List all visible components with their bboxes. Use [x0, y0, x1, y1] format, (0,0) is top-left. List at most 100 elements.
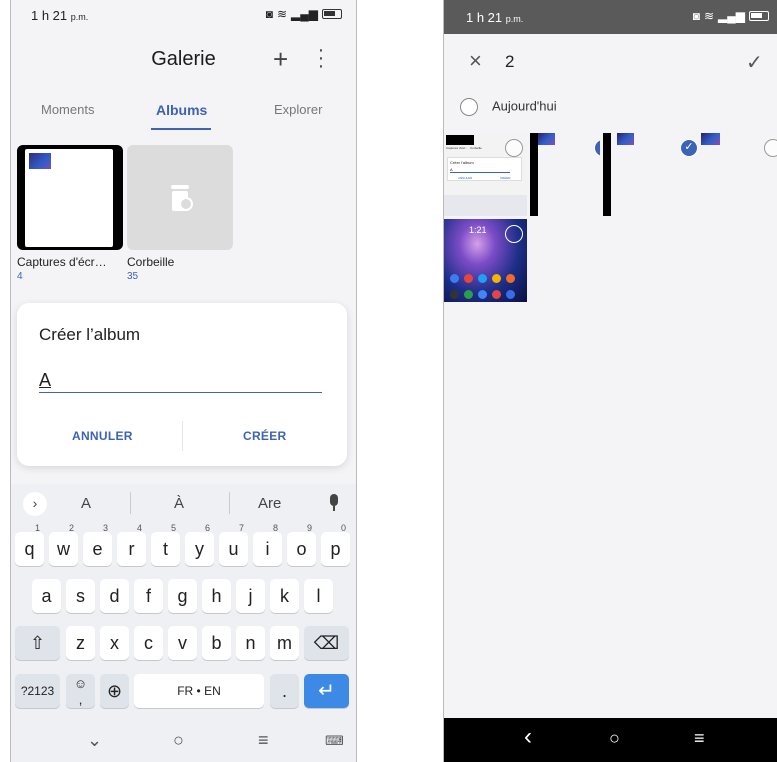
close-icon[interactable]: ×	[469, 48, 482, 74]
emoji-icon: ☺	[73, 676, 88, 691]
key-t[interactable]: t5	[151, 524, 180, 566]
wifi-icon: ≋	[703, 9, 715, 23]
keyboard-icon[interactable]: ⌨	[325, 733, 344, 749]
key-w[interactable]: w2	[49, 524, 78, 566]
key-c[interactable]: c	[134, 626, 163, 660]
navigation-bar: ⌄ ○ ≡ ⌨	[11, 722, 356, 762]
photo-thumbnail[interactable]: ✓	[676, 133, 759, 216]
suggestion-2[interactable]: À	[174, 495, 184, 512]
photo-thumbnail[interactable]: 1:21	[444, 219, 527, 302]
photo-thumbnail[interactable]: Captures d'écr... Corbeille Créer l'albu…	[444, 133, 527, 216]
key-f[interactable]: f	[134, 579, 163, 613]
selection-circle[interactable]	[764, 139, 777, 157]
selection-circle[interactable]	[505, 139, 523, 157]
shift-key[interactable]: ⇧	[15, 626, 60, 660]
key-b[interactable]: b	[202, 626, 231, 660]
select-all-checkbox[interactable]	[460, 98, 478, 116]
comma-label: ,	[78, 692, 83, 707]
key-z[interactable]: z	[66, 626, 95, 660]
emoji-key[interactable]: ☺,	[66, 674, 95, 708]
globe-icon[interactable]: ⊕	[100, 674, 129, 708]
suggestion-bar: › A À Are	[11, 484, 356, 524]
status-ampm: p.m.	[505, 14, 524, 24]
confirm-check-icon[interactable]: ✓	[746, 50, 763, 75]
mini-dialog: Créer l'album A ANNULER CRÉER	[447, 157, 522, 181]
add-album-button[interactable]: +	[273, 44, 288, 75]
symbols-key[interactable]: ?2123	[15, 674, 60, 708]
key-j[interactable]: j	[236, 579, 265, 613]
key-r[interactable]: r4	[117, 524, 146, 566]
status-bar: 1 h 21 p.m. ◙ ≋ ▂▄▆	[444, 0, 777, 34]
key-q[interactable]: q1	[15, 524, 44, 566]
key-e[interactable]: e3	[83, 524, 112, 566]
key-a[interactable]: a	[32, 579, 61, 613]
photo-thumbnail[interactable]: ✓	[527, 133, 610, 216]
status-bar: 1 h 21 p.m. ◙ ≋ ▂▄▆	[11, 0, 356, 30]
preview-image	[617, 133, 634, 145]
date-group-header[interactable]: Aujourd'hui	[460, 98, 557, 116]
status-time-value: 1 h 21	[31, 8, 68, 23]
app-icon	[478, 290, 487, 299]
preview-image	[538, 133, 555, 145]
app-title: Galerie	[151, 48, 216, 70]
nfc-icon: ◙	[265, 7, 273, 21]
wifi-icon: ≋	[276, 7, 288, 21]
key-k[interactable]: k	[270, 579, 299, 613]
key-v[interactable]: v	[168, 626, 197, 660]
nfc-icon: ◙	[692, 9, 700, 23]
cancel-button[interactable]: ANNULER	[72, 429, 133, 443]
mini-dialog-input: A	[450, 167, 510, 173]
status-time: 1 h 21 p.m.	[466, 10, 523, 25]
album-trash[interactable]: Corbeille 35	[127, 145, 233, 282]
key-l[interactable]: l	[304, 579, 333, 613]
album-name-input[interactable]	[39, 369, 322, 393]
tab-explorer[interactable]: Explorer	[274, 102, 322, 117]
key-p[interactable]: p0	[321, 524, 350, 566]
photo-thumbnail[interactable]	[600, 133, 683, 216]
backspace-key[interactable]: ⌫	[304, 626, 349, 660]
chevron-right-icon[interactable]: ›	[23, 492, 47, 516]
key-o[interactable]: o9	[287, 524, 316, 566]
key-i[interactable]: i8	[253, 524, 282, 566]
key-u[interactable]: u7	[219, 524, 248, 566]
home-icon[interactable]: ○	[173, 730, 184, 751]
selected-count: 2	[505, 52, 515, 71]
hide-keyboard-icon[interactable]: ⌄	[87, 730, 102, 751]
menu-icon[interactable]: ≡	[258, 730, 269, 751]
status-icons: ◙ ≋ ▂▄▆	[693, 9, 769, 23]
key-x[interactable]: x	[100, 626, 129, 660]
black-strip	[530, 133, 538, 216]
enter-key[interactable]: ↵	[304, 674, 349, 708]
album-captures[interactable]: Captures d'écr… 4	[17, 145, 123, 282]
key-s[interactable]: s	[66, 579, 95, 613]
mini-create-label: CRÉER	[500, 176, 511, 180]
period-key[interactable]: .	[270, 674, 299, 708]
app-icon	[450, 274, 459, 283]
suggestion-1[interactable]: A	[81, 495, 91, 512]
tab-moments[interactable]: Moments	[41, 102, 94, 117]
menu-icon[interactable]: ≡	[694, 728, 705, 749]
mini-keyboard	[444, 195, 527, 216]
key-g[interactable]: g	[168, 579, 197, 613]
create-button[interactable]: CRÉER	[243, 429, 287, 443]
key-d[interactable]: d	[100, 579, 129, 613]
album-thumbnail	[17, 145, 123, 250]
key-h[interactable]: h	[202, 579, 231, 613]
key-y[interactable]: y6	[185, 524, 214, 566]
tab-albums[interactable]: Albums	[156, 102, 207, 118]
selection-circle[interactable]	[505, 225, 523, 243]
photo-thumbnail[interactable]	[760, 133, 777, 216]
suggestion-3[interactable]: Are	[258, 495, 281, 512]
back-icon[interactable]: ‹	[524, 723, 532, 751]
more-options-icon[interactable]: · · ·	[316, 40, 326, 76]
space-key[interactable]: FR • EN	[134, 674, 264, 708]
microphone-icon[interactable]	[329, 494, 339, 512]
status-ampm: p.m.	[70, 12, 89, 22]
home-icon[interactable]: ○	[609, 728, 620, 749]
divider	[130, 492, 131, 514]
app-icon	[478, 274, 487, 283]
key-n[interactable]: n	[236, 626, 265, 660]
selected-check-icon[interactable]: ✓	[680, 139, 698, 157]
key-m[interactable]: m	[270, 626, 299, 660]
preview-image	[701, 133, 720, 145]
